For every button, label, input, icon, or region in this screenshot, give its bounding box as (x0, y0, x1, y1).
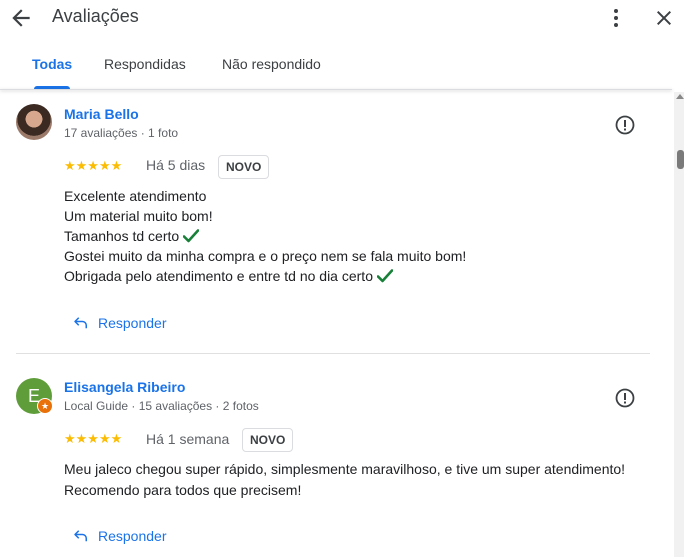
tabs-divider (0, 89, 672, 90)
tab-bar: Todas Respondidas Não respondido (0, 40, 684, 90)
review-text-line: Meu jaleco chegou super rápido, simplesm… (64, 461, 626, 477)
local-guide-star-icon: ★ (37, 398, 53, 414)
new-badge: NOVO (218, 155, 270, 179)
review-date: Há 1 semana (146, 431, 230, 447)
review-author-meta: Local Guide · 15 avaliações · 2 fotos (64, 399, 259, 413)
back-button[interactable] (8, 5, 34, 31)
scroll-up-arrow-icon[interactable] (676, 94, 684, 99)
review-text-line: Excelente atendimento (64, 188, 207, 204)
review-text-line: Um material muito bom! (64, 208, 213, 224)
review-text-line: Tamanhos td certo (64, 228, 200, 244)
review-date: Há 5 dias (146, 157, 206, 173)
review-text: Tamanhos td certo (64, 228, 180, 244)
close-button[interactable] (652, 5, 676, 31)
reply-label: Responder (98, 528, 167, 544)
top-bar: Avaliações (0, 0, 684, 36)
scrollbar-thumb[interactable] (677, 150, 684, 169)
review-divider (16, 353, 650, 354)
more-vert-icon (614, 9, 618, 27)
check-mark-icon (376, 269, 393, 283)
review-author[interactable]: Elisangela Ribeiro (64, 379, 185, 395)
report-flag-icon (615, 388, 635, 408)
report-flag-icon (615, 115, 635, 135)
reply-icon (74, 530, 87, 542)
new-badge: NOVO (242, 428, 294, 452)
tab-respondidas[interactable]: Respondidas (104, 56, 186, 72)
report-button[interactable] (613, 113, 637, 137)
reply-icon (74, 317, 87, 329)
close-icon (657, 11, 671, 25)
review-text-line: Recomendo para todos que precisem! (64, 482, 302, 498)
more-options-button[interactable] (604, 5, 628, 31)
star-rating: ★★★★★ (64, 431, 123, 446)
tab-todas[interactable]: Todas (32, 56, 72, 72)
arrow-back-icon (12, 9, 30, 27)
tab-nao-respondido[interactable]: Não respondido (222, 56, 321, 72)
review-author[interactable]: Maria Bello (64, 106, 139, 122)
review-text-line: Obrigada pelo atendimento e entre td no … (64, 268, 393, 284)
report-button[interactable] (613, 386, 637, 410)
star-rating: ★★★★★ (64, 158, 123, 173)
page-title: Avaliações (52, 6, 139, 26)
review-text: Obrigada pelo atendimento e entre td no … (64, 268, 373, 284)
reply-label: Responder (98, 315, 167, 331)
review-author-meta: 17 avaliações · 1 foto (64, 126, 179, 140)
avatar[interactable] (16, 104, 52, 140)
review-text-line: Gostei muito da minha compra e o preço n… (64, 248, 467, 264)
check-mark-icon (183, 229, 200, 243)
